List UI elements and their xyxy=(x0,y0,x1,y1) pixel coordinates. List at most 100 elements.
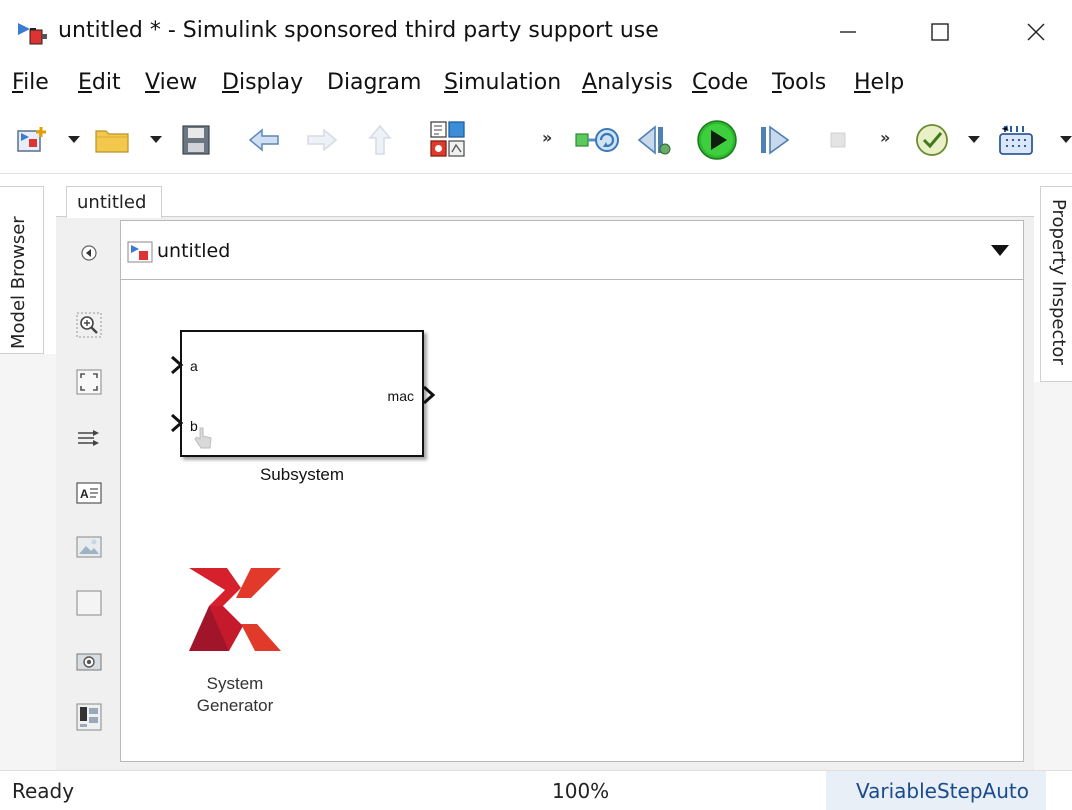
menu-view-mnemonic: V xyxy=(145,70,160,95)
close-icon xyxy=(1027,23,1045,41)
area-icon xyxy=(76,590,102,616)
fit-to-view-button[interactable] xyxy=(74,367,104,397)
menu-edit[interactable]: Edit xyxy=(78,70,121,95)
system-generator-block[interactable] xyxy=(185,562,285,657)
menu-simulation[interactable]: Simulation xyxy=(444,70,561,95)
screenshot-button[interactable] xyxy=(74,646,104,676)
menu-help-label: elp xyxy=(870,70,905,95)
image-button[interactable] xyxy=(74,532,104,562)
menu-tools-mnemonic: T xyxy=(772,70,782,95)
open-button[interactable] xyxy=(92,120,132,160)
step-forward-button[interactable] xyxy=(754,120,794,160)
close-button[interactable] xyxy=(1016,14,1056,50)
minimize-icon xyxy=(840,31,856,33)
toolbar-more-button-1[interactable]: » xyxy=(542,128,552,147)
annotation-icon: A xyxy=(76,482,102,504)
palette: A xyxy=(60,220,116,766)
menu-analysis-mnemonic: A xyxy=(582,70,598,95)
annotation-button[interactable]: A xyxy=(74,478,104,508)
build-button[interactable] xyxy=(996,120,1036,160)
new-model-dropdown-arrow[interactable] xyxy=(68,136,80,143)
update-diagram-icon xyxy=(575,128,619,152)
forward-arrow-icon xyxy=(307,128,338,152)
system-generator-name-line2: Generator xyxy=(196,696,274,715)
zoom-icon xyxy=(76,312,102,338)
system-generator-name: System Generator xyxy=(160,673,310,717)
simulink-model-icon xyxy=(18,23,47,45)
up-button[interactable] xyxy=(360,120,400,160)
model-browser-label: Model Browser xyxy=(8,216,29,349)
menu-tools-label: ools xyxy=(781,70,827,95)
fit-to-view-icon xyxy=(76,369,102,395)
area-button[interactable] xyxy=(74,588,104,618)
address-dropdown-arrow[interactable] xyxy=(991,245,1009,256)
maximize-button[interactable] xyxy=(920,14,960,50)
input-port-a-label: a xyxy=(190,358,198,374)
menu-code[interactable]: Code xyxy=(692,70,748,95)
stop-button[interactable] xyxy=(818,120,858,160)
viewmarks-icon xyxy=(76,703,102,731)
model-address-bar[interactable]: untitled xyxy=(120,220,1024,280)
menu-analysis[interactable]: Analysis xyxy=(582,70,673,95)
input-port-b-marker[interactable] xyxy=(170,413,184,433)
menu-tools[interactable]: Tools xyxy=(772,70,826,95)
menu-display-mnemonic: D xyxy=(222,70,239,95)
viewmarks-button[interactable] xyxy=(74,702,104,732)
menu-edit-label: dit xyxy=(91,70,121,95)
menu-code-label: ode xyxy=(707,70,749,95)
run-button[interactable] xyxy=(694,117,740,163)
minimize-button[interactable] xyxy=(828,14,868,50)
menu-help[interactable]: Help xyxy=(854,70,904,95)
menu-help-mnemonic: H xyxy=(854,70,871,95)
menu-view[interactable]: View xyxy=(145,70,197,95)
xilinx-logo-icon xyxy=(189,568,281,651)
up-arrow-icon xyxy=(368,124,392,155)
screenshot-icon xyxy=(76,653,102,671)
toolbar-more-button-2[interactable]: » xyxy=(880,128,890,147)
editor-tab[interactable]: untitled xyxy=(66,186,162,218)
maximize-icon xyxy=(931,23,949,41)
menu-diagram[interactable]: Diagram xyxy=(327,70,421,95)
property-inspector-tab[interactable]: Property Inspector xyxy=(1040,186,1072,382)
library-browser-icon xyxy=(430,121,465,157)
update-diagram-button[interactable] xyxy=(572,120,624,160)
model-advisor-button[interactable] xyxy=(912,120,952,160)
build-dropdown-arrow[interactable] xyxy=(1060,136,1072,143)
save-button[interactable] xyxy=(176,120,216,160)
menu-simulation-label: imulation xyxy=(457,70,562,95)
menu-diagram-prefix: Diag xyxy=(327,70,378,95)
new-model-icon xyxy=(17,127,46,152)
menu-file[interactable]: File xyxy=(12,70,49,95)
model-advisor-dropdown-arrow[interactable] xyxy=(968,136,980,143)
menu-edit-mnemonic: E xyxy=(78,70,92,95)
open-dropdown-arrow[interactable] xyxy=(150,136,162,143)
route-lines-button[interactable] xyxy=(74,423,104,453)
hide-browser-button[interactable] xyxy=(74,238,104,268)
route-lines-icon xyxy=(78,430,99,446)
step-forward-icon xyxy=(761,125,790,155)
build-icon xyxy=(999,122,1033,155)
menu-display[interactable]: Display xyxy=(222,70,303,95)
menu-simulation-mnemonic: S xyxy=(444,70,458,95)
menu-file-mnemonic: F xyxy=(12,70,24,95)
stop-icon xyxy=(830,132,846,148)
output-port-mac-label: mac xyxy=(387,388,414,404)
left-panel-strip xyxy=(0,354,56,770)
run-icon xyxy=(697,120,737,160)
zoom-level: 100% xyxy=(552,779,610,803)
step-back-button[interactable] xyxy=(634,120,674,160)
input-port-a-marker[interactable] xyxy=(170,355,184,375)
solver-link[interactable]: VariableStepAuto xyxy=(826,771,1046,810)
library-browser-button[interactable] xyxy=(426,118,470,162)
new-model-button[interactable] xyxy=(12,120,52,160)
back-button[interactable] xyxy=(244,120,284,160)
system-generator-name-line1: System xyxy=(206,674,264,693)
zoom-button[interactable] xyxy=(74,310,104,340)
subsystem-block[interactable]: a b mac xyxy=(180,330,424,457)
forward-button[interactable] xyxy=(302,120,342,160)
menu-diagram-mnemonic: r xyxy=(377,70,387,95)
save-icon xyxy=(182,125,210,155)
address-text: untitled xyxy=(157,240,231,262)
model-browser-tab[interactable]: Model Browser xyxy=(0,186,44,354)
output-port-mac-marker[interactable] xyxy=(422,385,436,405)
